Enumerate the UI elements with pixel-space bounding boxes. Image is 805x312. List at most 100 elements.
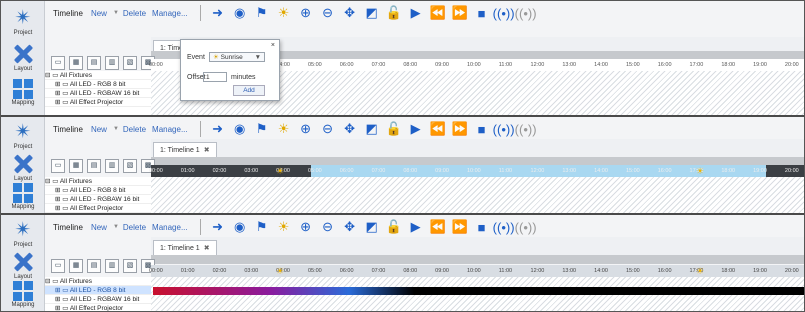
folder-icon[interactable]: ▭	[51, 159, 65, 173]
broadcast-icon[interactable]: ((•))	[493, 120, 515, 138]
folder-icon[interactable]: ▭	[51, 259, 65, 273]
group-icon[interactable]: ▤	[87, 159, 101, 173]
ruler-tick: 19:00	[753, 268, 767, 274]
sun-icon[interactable]: ☀	[275, 120, 293, 138]
ruler-tick: 15:00	[625, 168, 640, 174]
fit-icon[interactable]: ✥	[341, 120, 359, 138]
tree-item-1[interactable]: ⊞ ▭ All LED - RGB 8 bit	[45, 186, 151, 195]
record-icon[interactable]: ◉	[231, 218, 249, 236]
event-select[interactable]: ☀ Sunrise ▼	[209, 52, 265, 62]
flag-icon[interactable]: ⚑	[253, 4, 271, 22]
layout-button[interactable]: Layout	[5, 43, 41, 72]
record-icon[interactable]: ◉	[231, 120, 249, 138]
broadcast-off-icon[interactable]: ((•))	[515, 4, 537, 22]
tree-item-1[interactable]: ⊞ ▭ All LED - RGB 8 bit	[45, 286, 151, 295]
zoom-in-icon[interactable]: ⊕	[297, 120, 315, 138]
edit-icon[interactable]: ◩	[363, 120, 381, 138]
add2-icon[interactable]: ▧	[123, 259, 137, 273]
tree-item-3[interactable]: ⊞ ▭ All Effect Projector	[45, 204, 151, 213]
tree-item-3[interactable]: ⊞ ▭ All Effect Projector	[45, 98, 151, 107]
stop-icon[interactable]: ■	[473, 120, 491, 138]
rewind-icon[interactable]: ⏪	[429, 120, 447, 138]
layout-button[interactable]: Layout	[5, 251, 41, 280]
color-sequence-bar[interactable]	[153, 287, 804, 295]
tree-root[interactable]: ⊟ ▭ All Fixtures	[45, 71, 151, 80]
arrow-right-icon[interactable]: ➜	[209, 120, 227, 138]
sun-marker-icon[interactable]: ☀	[276, 266, 284, 276]
fixture-icon[interactable]: ▦	[69, 56, 83, 70]
fit-icon[interactable]: ✥	[341, 4, 359, 22]
fixture-tree: ⊟ ▭ All Fixtures ⊞ ▭ All LED - RGB 8 bit…	[45, 177, 151, 213]
zoom-in-icon[interactable]: ⊕	[297, 218, 315, 236]
stop-icon[interactable]: ■	[473, 4, 491, 22]
rewind-icon[interactable]: ⏪	[429, 218, 447, 236]
sun-marker-icon[interactable]: ☀	[276, 166, 284, 176]
zoom-out-icon[interactable]: ⊖	[319, 4, 337, 22]
manage-link[interactable]: Manage...	[152, 9, 188, 18]
fixture-icon[interactable]: ▦	[69, 159, 83, 173]
close-icon[interactable]: ×	[271, 42, 275, 49]
add-icon[interactable]: ▥	[105, 56, 119, 70]
arrow-right-icon[interactable]: ➜	[209, 4, 227, 22]
play-icon[interactable]: ▶	[407, 218, 425, 236]
sun-marker-icon[interactable]: ☀	[696, 166, 704, 176]
tree-item-3[interactable]: ⊞ ▭ All Effect Projector	[45, 304, 151, 311]
scroll-track[interactable]	[151, 255, 804, 264]
zoom-out-icon[interactable]: ⊖	[319, 120, 337, 138]
play-icon[interactable]: ▶	[407, 4, 425, 22]
broadcast-icon[interactable]: ((•))	[493, 4, 515, 22]
sun-icon[interactable]: ☀	[275, 4, 293, 22]
project-button[interactable]: ✴ Project	[5, 121, 41, 150]
new-link[interactable]: New	[91, 9, 107, 18]
project-button[interactable]: ✴ Project	[5, 7, 41, 36]
project-button[interactable]: ✴ Project	[5, 219, 41, 248]
broadcast-off-icon[interactable]: ((•))	[515, 218, 537, 236]
forward-icon[interactable]: ⏩	[451, 4, 469, 22]
lock-icon[interactable]: 🔓	[385, 120, 403, 138]
tree-root[interactable]: ⊟ ▭ All Fixtures	[45, 177, 151, 186]
folder-icon[interactable]: ▭	[51, 56, 65, 70]
edit-icon[interactable]: ◩	[363, 4, 381, 22]
tree-item-2[interactable]: ⊞ ▭ All LED - RGBAW 16 bit	[45, 295, 151, 304]
mapping-button[interactable]: Mapping	[5, 183, 41, 210]
arrow-right-icon[interactable]: ➜	[209, 218, 227, 236]
fixture-icon[interactable]: ▦	[69, 259, 83, 273]
timeline-area[interactable]	[151, 177, 804, 213]
ruler-tick: 15:00	[625, 62, 640, 68]
mapping-button[interactable]: Mapping	[5, 281, 41, 308]
add-button[interactable]: Add	[233, 85, 265, 96]
add2-icon[interactable]: ▧	[123, 56, 137, 70]
add-icon[interactable]: ▥	[105, 159, 119, 173]
zoom-out-icon[interactable]: ⊖	[319, 218, 337, 236]
sun-marker-icon[interactable]: ☀	[696, 266, 704, 276]
zoom-in-icon[interactable]: ⊕	[297, 4, 315, 22]
group-icon[interactable]: ▤	[87, 259, 101, 273]
delete-link[interactable]: Delete	[123, 9, 146, 18]
lock-icon[interactable]: 🔓	[385, 218, 403, 236]
fit-icon[interactable]: ✥	[341, 218, 359, 236]
offset-input[interactable]: 1	[203, 72, 227, 82]
tree-item-2[interactable]: ⊞ ▭ All LED - RGBAW 16 bit	[45, 89, 151, 98]
ruler-tick: 13:00	[562, 168, 577, 174]
mapping-button[interactable]: Mapping	[5, 79, 41, 106]
rewind-icon[interactable]: ⏪	[429, 4, 447, 22]
tree-root[interactable]: ⊟ ▭ All Fixtures	[45, 277, 151, 286]
play-icon[interactable]: ▶	[407, 120, 425, 138]
group-icon[interactable]: ▤	[87, 56, 101, 70]
record-icon[interactable]: ◉	[231, 4, 249, 22]
forward-icon[interactable]: ⏩	[451, 120, 469, 138]
add2-icon[interactable]: ▧	[123, 159, 137, 173]
sun-icon[interactable]: ☀	[275, 218, 293, 236]
edit-icon[interactable]: ◩	[363, 218, 381, 236]
flag-icon[interactable]: ⚑	[253, 120, 271, 138]
layout-button[interactable]: Layout	[5, 153, 41, 182]
forward-icon[interactable]: ⏩	[451, 218, 469, 236]
flag-icon[interactable]: ⚑	[253, 218, 271, 236]
add-icon[interactable]: ▥	[105, 259, 119, 273]
stop-icon[interactable]: ■	[473, 218, 491, 236]
lock-icon[interactable]: 🔓	[385, 4, 403, 22]
broadcast-icon[interactable]: ((•))	[493, 218, 515, 236]
tree-item-2[interactable]: ⊞ ▭ All LED - RGBAW 16 bit	[45, 195, 151, 204]
broadcast-off-icon[interactable]: ((•))	[515, 120, 537, 138]
tree-item-1[interactable]: ⊞ ▭ All LED - RGB 8 bit	[45, 80, 151, 89]
